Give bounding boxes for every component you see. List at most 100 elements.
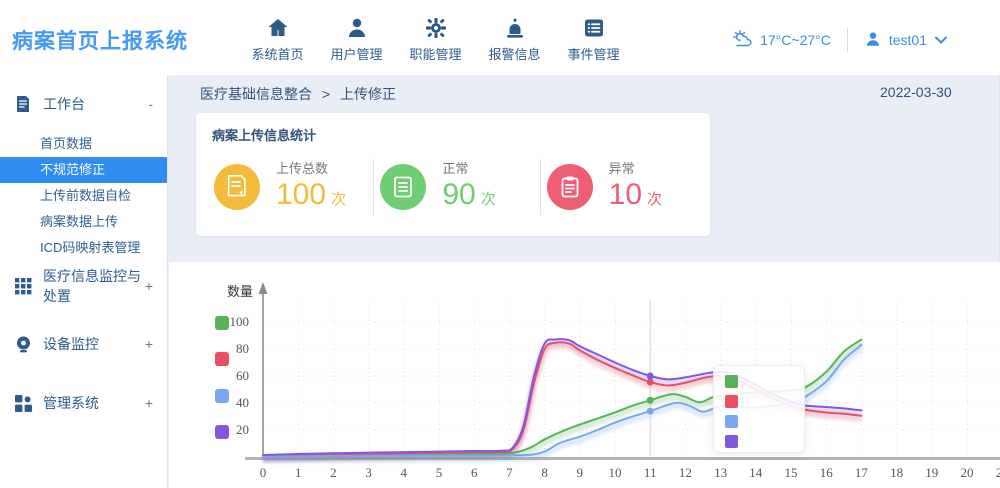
- list-icon: [582, 10, 606, 40]
- upload-trend-chart: 0123456789101112131415161718192021204060…: [169, 262, 1000, 488]
- svg-text:15: 15: [785, 465, 798, 480]
- sidebar-item-nonstandard-fix[interactable]: 不规范修正: [0, 157, 167, 183]
- svg-text:100: 100: [230, 314, 250, 329]
- stat-value: 10: [609, 178, 642, 211]
- nav-item-label: 系统首页: [251, 44, 303, 63]
- stat-divider: [373, 159, 374, 215]
- svg-text:11: 11: [644, 465, 657, 480]
- stat-unit: 次: [331, 191, 346, 208]
- sidebar-item-icd-mapping[interactable]: ICD码映射表管理: [0, 235, 167, 261]
- stats-card: 病案上传信息统计 上传总数 100 次 正常 90 次: [196, 113, 710, 236]
- weather-widget: 17°C~27°C: [731, 29, 831, 52]
- svg-text:9: 9: [577, 465, 584, 480]
- stat-abnormal: 异常 10 次: [547, 158, 700, 216]
- svg-text:16: 16: [820, 465, 834, 480]
- svg-text:60: 60: [236, 368, 249, 383]
- stat-upload-total: 上传总数 100 次: [214, 158, 367, 216]
- svg-text:80: 80: [236, 341, 249, 356]
- breadcrumb-parent[interactable]: 医疗基础信息整合: [200, 86, 312, 102]
- stat-unit: 次: [481, 191, 496, 208]
- header-right: 17°C~27°C test01: [731, 28, 948, 52]
- nav-item-alerts[interactable]: 报警信息: [475, 10, 554, 63]
- sidebar: 工作台 - 首页数据 不规范修正 上传前数据自检 病案数据上传 ICD码映射表管…: [0, 75, 168, 488]
- stat-label: 异常: [609, 158, 662, 177]
- svg-text:21: 21: [996, 465, 1000, 480]
- nav-item-label: 报警信息: [488, 44, 540, 63]
- svg-text:1: 1: [295, 465, 302, 480]
- svg-text:5: 5: [436, 465, 443, 480]
- sidebar-item-homepage-data[interactable]: 首页数据: [0, 131, 167, 157]
- sidebar-section-workbench[interactable]: 工作台 -: [0, 89, 167, 119]
- user-menu[interactable]: test01: [864, 30, 948, 51]
- tooltip-marker-blue: [725, 415, 738, 428]
- stat-value: 90: [442, 178, 475, 211]
- sidebar-item-record-upload[interactable]: 病案数据上传: [0, 209, 167, 235]
- sun-cloud-icon: [731, 29, 753, 52]
- app-window: 病案首页上报系统 系统首页 用户管理 职能管理: [0, 0, 1000, 488]
- svg-text:0: 0: [260, 465, 267, 480]
- legend-swatch-purple[interactable]: [215, 425, 229, 439]
- sidebar-section-label: 设备监控: [43, 334, 145, 354]
- svg-text:3: 3: [365, 465, 372, 480]
- legend-swatch-red[interactable]: [215, 352, 229, 366]
- sidebar-section-device-monitor[interactable]: 设备监控 +: [0, 329, 167, 359]
- stat-label: 上传总数: [276, 158, 346, 177]
- chevron-down-icon: [934, 32, 948, 48]
- main-nav: 系统首页 用户管理 职能管理 报警信息: [238, 10, 633, 63]
- sidebar-section-admin[interactable]: 管理系统 +: [0, 388, 167, 418]
- person-icon: [864, 30, 882, 51]
- stat-value: 100: [276, 178, 326, 211]
- sidebar-section-label: 管理系统: [43, 393, 145, 413]
- nav-item-functions[interactable]: 职能管理: [396, 10, 475, 63]
- nav-item-label: 用户管理: [330, 44, 382, 63]
- alarm-icon: [502, 10, 528, 40]
- nav-item-home[interactable]: 系统首页: [238, 10, 317, 63]
- device-monitor-icon: [14, 335, 32, 353]
- svg-text:8: 8: [541, 465, 548, 480]
- stat-normal: 正常 90 次: [380, 158, 533, 216]
- expand-indicator[interactable]: +: [145, 336, 153, 352]
- legend-swatch-green[interactable]: [215, 316, 229, 330]
- nav-item-label: 事件管理: [567, 44, 619, 63]
- chart-tooltip: [713, 365, 805, 453]
- svg-text:6: 6: [471, 465, 478, 480]
- expand-indicator[interactable]: +: [145, 278, 153, 294]
- expand-indicator[interactable]: +: [145, 395, 153, 411]
- sidebar-section-label: 工作台: [43, 94, 148, 114]
- stat-divider: [540, 159, 541, 215]
- header: 病案首页上报系统 系统首页 用户管理 职能管理: [0, 0, 1000, 75]
- line-chart-canvas[interactable]: 0123456789101112131415161718192021204060…: [169, 262, 1000, 488]
- nav-item-users[interactable]: 用户管理: [317, 10, 396, 63]
- svg-text:20: 20: [961, 465, 974, 480]
- svg-text:13: 13: [714, 465, 727, 480]
- temperature-range: 17°C~27°C: [760, 32, 831, 48]
- app-title: 病案首页上报系统: [12, 25, 188, 55]
- clipboard-icon: [547, 164, 593, 210]
- document-lines-icon: [380, 164, 426, 210]
- nav-item-events[interactable]: 事件管理: [554, 10, 633, 63]
- legend-swatch-blue[interactable]: [215, 389, 229, 403]
- tooltip-marker-green: [725, 375, 738, 388]
- svg-text:数量: 数量: [227, 284, 253, 299]
- home-icon: [266, 10, 290, 40]
- tooltip-marker-purple: [725, 435, 738, 448]
- stat-unit: 次: [647, 191, 662, 208]
- stats-card-title: 病案上传信息统计: [196, 113, 710, 144]
- blocks-icon: [14, 394, 32, 412]
- document-pen-icon: [214, 164, 260, 210]
- svg-text:4: 4: [401, 465, 408, 480]
- svg-text:18: 18: [890, 465, 903, 480]
- grid-icon: [14, 277, 32, 295]
- page-date: 2022-03-30: [880, 84, 952, 100]
- stat-label: 正常: [442, 158, 495, 177]
- breadcrumb-separator: >: [322, 86, 330, 102]
- svg-text:17: 17: [855, 465, 869, 480]
- sidebar-section-monitoring[interactable]: 医疗信息监控与处置 +: [0, 271, 167, 301]
- collapse-indicator[interactable]: -: [148, 96, 153, 112]
- svg-text:20: 20: [236, 422, 249, 437]
- svg-text:19: 19: [925, 465, 938, 480]
- breadcrumb: 医疗基础信息整合 > 上传修正: [200, 84, 396, 104]
- sidebar-item-precheck[interactable]: 上传前数据自检: [0, 183, 167, 209]
- svg-text:10: 10: [609, 465, 622, 480]
- svg-text:2: 2: [330, 465, 337, 480]
